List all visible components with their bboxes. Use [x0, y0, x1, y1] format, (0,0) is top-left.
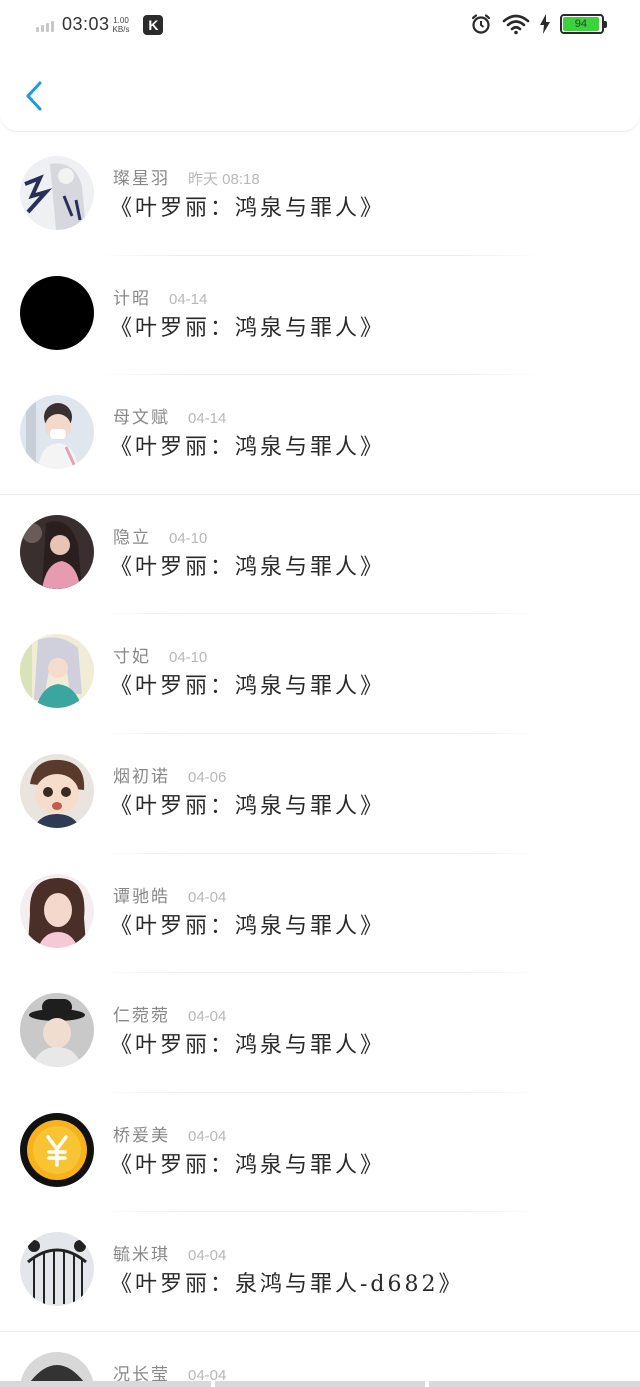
book-title[interactable]: 《叶罗丽：泉鸿与罪人-d682》 — [110, 1266, 464, 1298]
list-item[interactable]: 璨星羽 昨天 08:18 《叶罗丽：鸿泉与罪人》 — [0, 136, 640, 256]
charging-icon — [540, 14, 550, 34]
comment-date: 04-14 — [188, 410, 227, 428]
list-item[interactable]: 隐立 04-10 《叶罗丽：鸿泉与罪人》 — [0, 495, 640, 615]
book-title[interactable]: 《叶罗丽：鸿泉与罪人》 — [110, 788, 385, 820]
chevron-left-icon — [26, 81, 42, 111]
tab-indicator — [214, 1381, 426, 1387]
signal-icon — [36, 18, 54, 32]
avatar[interactable] — [20, 514, 94, 589]
back-button[interactable] — [20, 78, 48, 114]
comment-date: 04-04 — [188, 1008, 227, 1026]
comment-meta: 母文赋 04-14 — [113, 403, 226, 428]
avatar[interactable] — [20, 1112, 94, 1187]
comment-date: 04-04 — [188, 888, 227, 906]
avatar-girl-pink — [20, 514, 94, 589]
net-speed: 1.00 KB/s — [113, 16, 130, 34]
avatar[interactable] — [20, 634, 94, 709]
user-name[interactable]: 谭驰皓 — [113, 882, 170, 907]
user-name[interactable]: 隐立 — [113, 523, 151, 548]
comment-meta: 隐立 04-10 — [113, 523, 207, 548]
battery-level: 94 — [563, 17, 599, 31]
comment-date: 04-14 — [169, 290, 208, 308]
alarm-icon — [471, 14, 491, 34]
avatar[interactable] — [20, 753, 94, 828]
comment-meta: 仁菀菀 04-04 — [113, 1001, 226, 1026]
avatar-woman-portrait — [20, 873, 94, 948]
battery-icon: 94 — [560, 14, 607, 34]
book-title[interactable]: 《叶罗丽：鸿泉与罪人》 — [110, 1027, 385, 1059]
avatar[interactable] — [20, 395, 94, 470]
avatar[interactable] — [20, 156, 94, 230]
avatar-child-mask — [20, 395, 94, 470]
user-name[interactable]: 计昭 — [113, 284, 151, 309]
avatar-gate — [20, 1232, 94, 1307]
comment-meta: 毓米琪 04-04 — [113, 1240, 226, 1265]
book-title[interactable]: 《叶罗丽：鸿泉与罪人》 — [110, 668, 385, 700]
comment-list: 璨星羽 昨天 08:18 《叶罗丽：鸿泉与罪人》 计昭 04-14 《叶罗丽：鸿… — [0, 136, 640, 1387]
comment-meta: 寸妃 04-10 — [113, 642, 207, 667]
list-item[interactable]: 毓米琪 04-04 《叶罗丽：泉鸿与罪人-d682》 — [0, 1212, 640, 1332]
avatar-yen-coin — [20, 1112, 94, 1187]
wifi-icon — [502, 14, 530, 35]
clock: 03:03 — [62, 14, 110, 34]
user-name[interactable]: 母文赋 — [113, 403, 170, 428]
comment-meta: 桥爰美 04-04 — [113, 1121, 226, 1146]
status-left: 03:03 1.00 KB/s K — [36, 14, 164, 35]
comment-date: 04-04 — [188, 1127, 227, 1145]
user-name[interactable]: 寸妃 — [113, 642, 151, 667]
comment-date: 04-06 — [188, 768, 227, 786]
bottom-tab-strip — [0, 1381, 640, 1387]
list-item[interactable]: 桥爰美 04-04 《叶罗丽：鸿泉与罪人》 — [0, 1093, 640, 1213]
comment-meta: 计昭 04-14 — [113, 284, 207, 309]
book-title[interactable]: 《叶罗丽：鸿泉与罪人》 — [110, 549, 385, 581]
nav-bar — [0, 50, 640, 132]
list-item[interactable]: 母文赋 04-14 《叶罗丽：鸿泉与罪人》 — [0, 375, 640, 495]
comment-date: 昨天 08:18 — [188, 171, 260, 188]
comment-meta: 谭驰皓 04-04 — [113, 882, 226, 907]
avatar-black-circle — [20, 275, 94, 350]
avatar[interactable] — [20, 275, 94, 350]
user-name[interactable]: 烟初诺 — [113, 762, 170, 787]
avatar[interactable] — [20, 873, 94, 948]
app-badge-icon: K — [143, 14, 164, 35]
avatar-girl-hat — [20, 993, 94, 1068]
user-name[interactable]: 璨星羽 — [113, 164, 170, 189]
avatar-ink-drawing — [20, 156, 94, 230]
avatar-anime-silver-hair — [20, 634, 94, 709]
avatar[interactable] — [20, 993, 94, 1068]
avatar-anime-boy — [20, 753, 94, 828]
book-title[interactable]: 《叶罗丽：鸿泉与罪人》 — [110, 908, 385, 940]
comment-date: 04-10 — [169, 529, 208, 547]
comment-date: 04-04 — [188, 1247, 227, 1265]
battery-percent: 94 — [574, 18, 587, 30]
comment-date: 04-10 — [169, 649, 208, 667]
user-name[interactable]: 仁菀菀 — [113, 1001, 170, 1026]
list-item[interactable]: 烟初诺 04-06 《叶罗丽：鸿泉与罪人》 — [0, 734, 640, 854]
list-item[interactable]: 况长莹 04-04 — [0, 1332, 640, 1387]
net-speed-value: 1.00 — [113, 15, 129, 25]
user-name[interactable]: 桥爰美 — [113, 1121, 170, 1146]
list-item[interactable]: 计昭 04-14 《叶罗丽：鸿泉与罪人》 — [0, 256, 640, 376]
status-bar: 03:03 1.00 KB/s K 94 — [0, 0, 640, 50]
tab-indicator — [0, 1381, 211, 1387]
user-name[interactable]: 毓米琪 — [113, 1240, 170, 1265]
list-item[interactable]: 谭驰皓 04-04 《叶罗丽：鸿泉与罪人》 — [0, 854, 640, 974]
net-speed-unit: KB/s — [112, 24, 130, 34]
avatar[interactable] — [20, 1232, 94, 1307]
book-title[interactable]: 《叶罗丽：鸿泉与罪人》 — [110, 310, 385, 342]
comment-meta: 烟初诺 04-06 — [113, 762, 226, 787]
book-title[interactable]: 《叶罗丽：鸿泉与罪人》 — [110, 429, 385, 461]
tab-indicator — [429, 1381, 640, 1387]
book-title[interactable]: 《叶罗丽：鸿泉与罪人》 — [110, 1147, 385, 1179]
list-item[interactable]: 仁菀菀 04-04 《叶罗丽：鸿泉与罪人》 — [0, 973, 640, 1093]
list-item[interactable]: 寸妃 04-10 《叶罗丽：鸿泉与罪人》 — [0, 614, 640, 734]
comment-meta: 璨星羽 昨天 08:18 — [113, 164, 260, 189]
status-right: 94 — [470, 13, 607, 35]
book-title[interactable]: 《叶罗丽：鸿泉与罪人》 — [110, 190, 385, 222]
